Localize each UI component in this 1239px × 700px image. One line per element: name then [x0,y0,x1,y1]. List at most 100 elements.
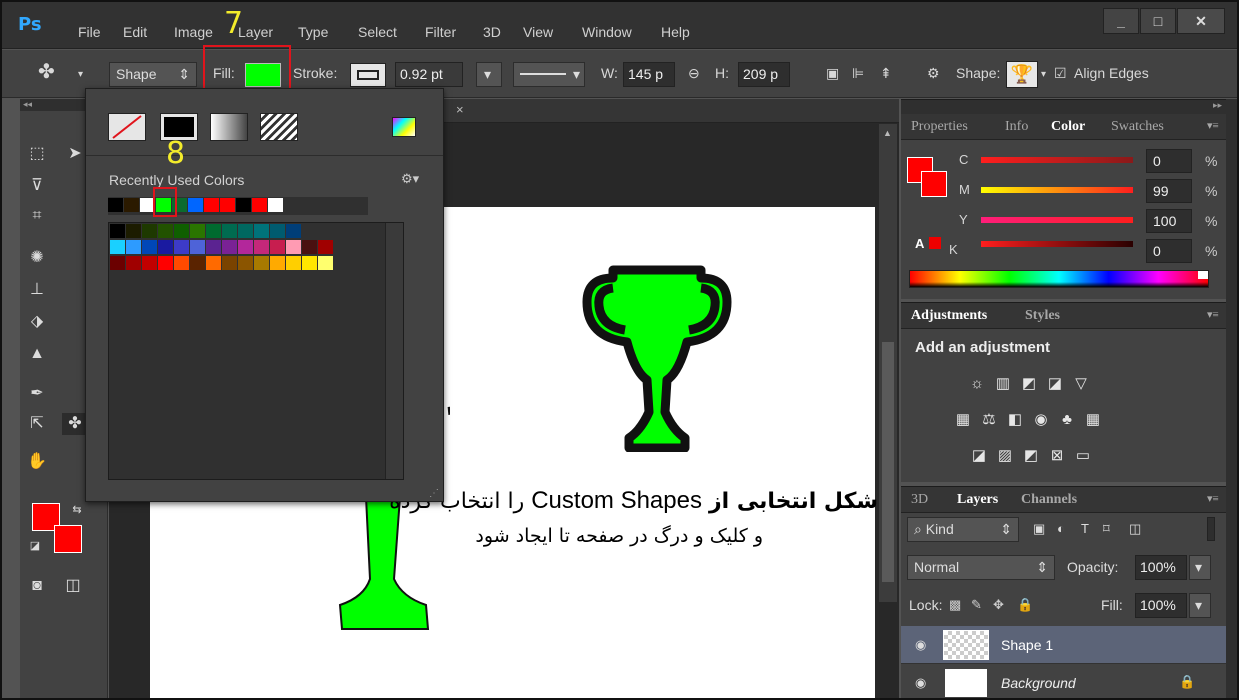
lock-move-icon[interactable]: ✥ [993,597,1004,613]
path-selection-tool-icon[interactable]: ⇱ [24,413,50,435]
blur-tool-icon[interactable]: ▲ [24,343,50,365]
color-swatch[interactable] [286,240,301,254]
color-swatch[interactable] [318,256,333,270]
recent-color-swatch[interactable] [188,198,203,212]
color-swatch[interactable] [222,256,237,270]
stroke-color-swatch[interactable] [350,63,386,87]
color-swatch[interactable] [254,256,269,270]
color-swatch[interactable] [254,240,269,254]
tab-properties[interactable]: Properties [911,119,968,135]
channel-k-input[interactable]: 0 [1146,239,1192,263]
filter-pixel-icon[interactable]: ▣ [1033,521,1045,537]
color-swatch[interactable] [190,256,205,270]
fill-opacity-input[interactable]: 100% [1135,593,1187,618]
tab-channels[interactable]: Channels [1021,492,1077,508]
minimize-button[interactable]: _ [1103,8,1139,34]
panel-collapse-bar[interactable]: ▸▸ [901,100,1226,114]
quick-mask-icon[interactable]: ◙ [24,575,50,597]
channel-k-slider[interactable] [981,241,1133,247]
recent-color-swatch[interactable] [268,198,283,212]
filter-toggle[interactable] [1207,517,1215,541]
color-swatch[interactable] [302,256,317,270]
color-swatch[interactable] [206,224,221,238]
expand-icon[interactable]: ▸▸ [1213,100,1222,111]
stroke-width-input[interactable]: 0.92 pt [395,62,463,87]
path-operations-icon[interactable]: ▣ [826,65,839,82]
color-swatch[interactable] [286,256,301,270]
gear-icon[interactable]: ⚙ [927,65,940,82]
scroll-up-icon[interactable]: ▲ [883,128,892,138]
hand-tool-icon[interactable]: ✋ [24,451,50,473]
layer-name[interactable]: Background [1001,675,1076,691]
color-swatch[interactable] [254,224,269,238]
menu-filter[interactable]: Filter [425,24,456,40]
channel-mixer-icon[interactable]: ♣ [1057,411,1077,429]
lock-transparency-icon[interactable]: ▩ [949,597,961,613]
lasso-tool-icon[interactable]: ⊽ [24,175,50,197]
invert-icon[interactable]: ◪ [969,447,989,465]
color-swatch[interactable] [270,240,285,254]
width-input[interactable]: 145 p [623,62,675,87]
fill-opacity-dropdown[interactable]: ▾ [1189,593,1211,618]
scrollbar-thumb[interactable] [882,342,894,582]
crop-tool-icon[interactable]: ⌗ [24,205,50,227]
layer-name[interactable]: Shape 1 [1001,637,1053,653]
panel-menu-icon[interactable]: ▾≡ [1207,308,1219,321]
channel-c-input[interactable]: 0 [1146,149,1192,173]
filter-smart-icon[interactable]: ◫ [1129,521,1141,537]
tab-adjustments[interactable]: Adjustments [911,308,987,324]
color-swatch[interactable] [158,256,173,270]
menu-window[interactable]: Window [582,24,632,40]
menu-layer[interactable]: Layer [238,24,273,40]
opacity-dropdown[interactable]: ▾ [1189,555,1211,580]
trophy-shape-main[interactable] [577,262,737,452]
gradient-map-icon[interactable]: ▭ [1073,447,1093,465]
tab-swatches[interactable]: Swatches [1111,119,1164,135]
color-swatch[interactable] [174,224,189,238]
color-swatch[interactable] [270,224,285,238]
resize-grip-icon[interactable]: ⋰ [429,488,439,499]
lock-paint-icon[interactable]: ✎ [971,597,982,613]
color-swatch[interactable] [270,256,285,270]
menu-view[interactable]: View [523,24,553,40]
menu-file[interactable]: File [78,24,101,40]
color-swatch[interactable] [222,224,237,238]
chevron-down-icon[interactable]: ▾ [1041,69,1046,80]
recent-color-swatch[interactable] [124,198,139,212]
tab-close-icon[interactable]: × [456,102,464,117]
posterize-icon[interactable]: ▨ [995,447,1015,465]
height-input[interactable]: 209 p [738,62,790,87]
menu-help[interactable]: Help [661,24,690,40]
custom-shape-tool-icon[interactable]: ✤ [38,59,55,84]
gear-icon[interactable]: ⚙▾ [401,171,419,187]
stroke-width-dropdown[interactable]: ▾ [476,62,502,87]
color-swatch[interactable] [174,256,189,270]
panel-menu-icon[interactable]: ▾≡ [1207,119,1219,132]
levels-icon[interactable]: ▥ [993,375,1013,393]
menu-edit[interactable]: Edit [123,24,147,40]
recent-color-swatch[interactable] [236,198,251,212]
recent-color-swatch[interactable] [108,198,123,212]
chevron-down-icon[interactable]: ▾ [78,69,83,80]
link-dimensions-icon[interactable]: ⊖ [688,65,700,82]
color-swatch[interactable] [286,224,301,238]
color-swatch[interactable] [222,240,237,254]
tab-color[interactable]: Color [1051,119,1085,135]
path-arrangement-icon[interactable]: ⇞ [880,65,892,82]
swap-colors-icon[interactable]: ⇆ [64,499,90,521]
color-swatch[interactable] [238,224,253,238]
color-swatch[interactable] [110,240,125,254]
color-swatch[interactable] [206,256,221,270]
vibrance-icon[interactable]: ▽ [1071,375,1091,393]
menu-type[interactable]: Type [298,24,328,40]
channel-c-slider[interactable] [981,157,1133,163]
gamut-color-chip[interactable] [929,237,941,249]
background-color-swatch[interactable] [54,525,82,553]
color-picker-icon[interactable] [392,117,416,137]
filter-type-icon[interactable]: T [1081,521,1089,536]
threshold-icon[interactable]: ◩ [1021,447,1041,465]
no-color-button[interactable] [108,113,146,141]
tab-info[interactable]: Info [1005,119,1028,135]
maximize-button[interactable]: □ [1140,8,1176,34]
color-swatch[interactable] [190,224,205,238]
